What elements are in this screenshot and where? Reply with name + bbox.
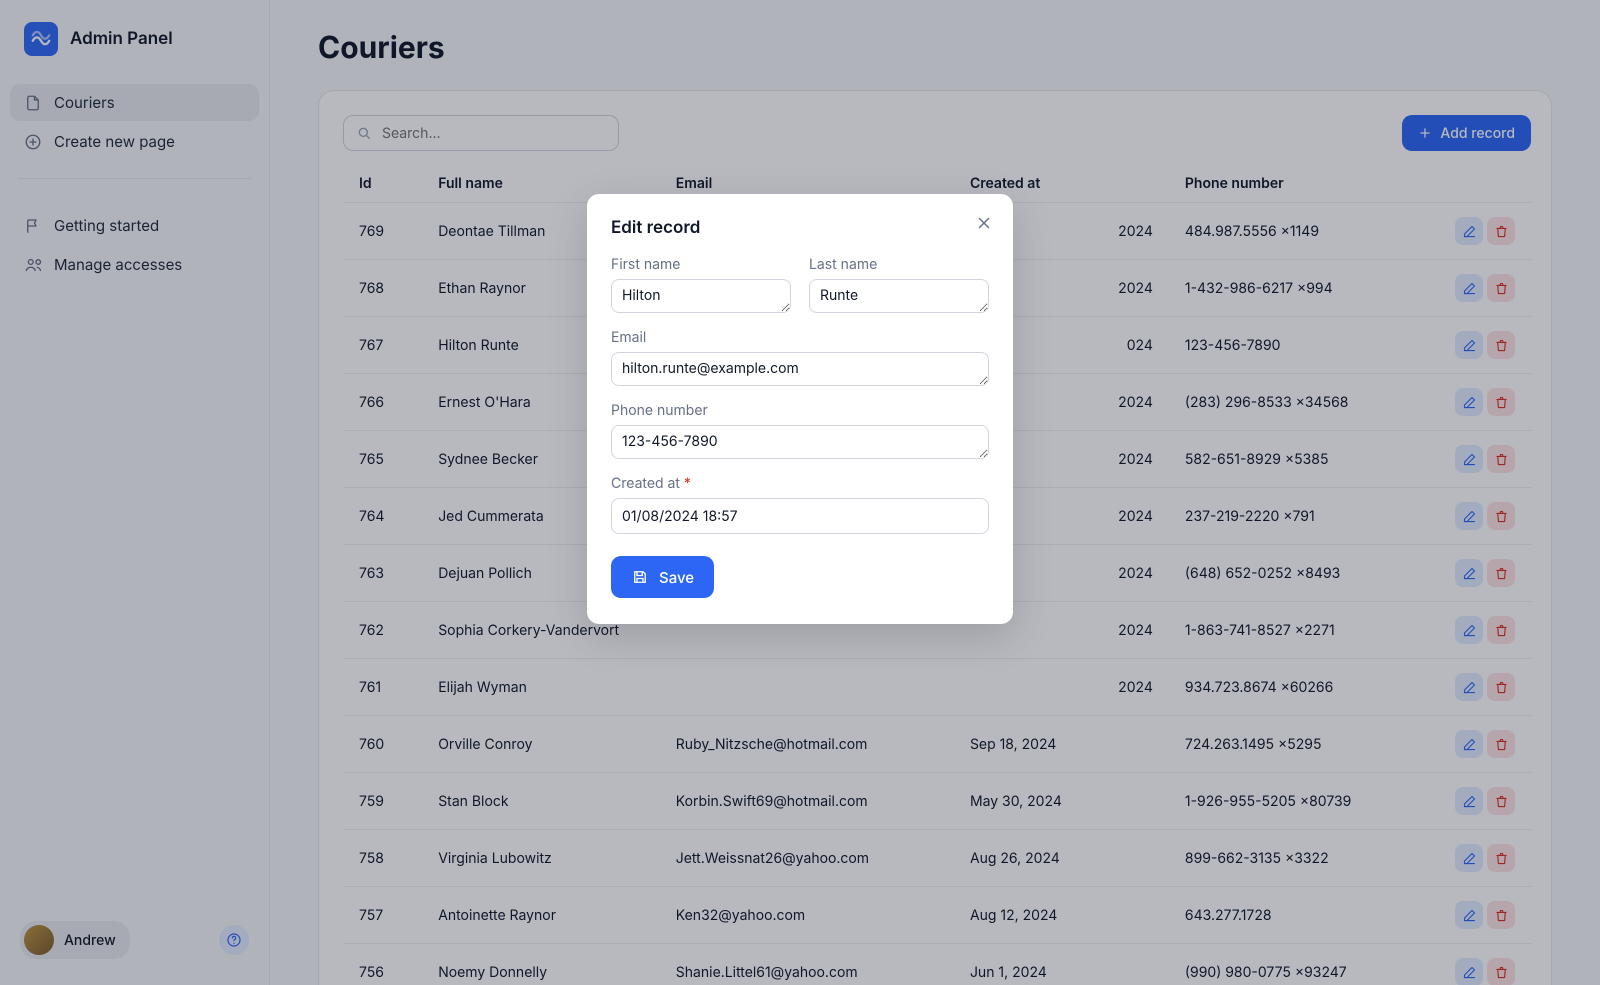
phone-input[interactable]: 123-456-7890 bbox=[611, 425, 989, 459]
close-icon bbox=[975, 214, 993, 232]
edit-record-modal: Edit record First name Hilton Last name … bbox=[587, 194, 1013, 624]
modal-title: Edit record bbox=[611, 218, 989, 238]
field-email: Email hilton.runte@example.com bbox=[611, 329, 989, 386]
last-name-label: Last name bbox=[809, 256, 989, 273]
last-name-input[interactable]: Runte bbox=[809, 279, 989, 313]
created-at-label: Created at * bbox=[611, 475, 989, 492]
created-at-input[interactable] bbox=[611, 498, 989, 534]
field-phone: Phone number 123-456-7890 bbox=[611, 402, 989, 459]
email-input[interactable]: hilton.runte@example.com bbox=[611, 352, 989, 386]
app-root: Admin Panel Couriers Create new page bbox=[0, 0, 1600, 985]
modal-overlay[interactable]: Edit record First name Hilton Last name … bbox=[0, 0, 1600, 985]
modal-close-button[interactable] bbox=[975, 214, 993, 232]
first-name-input[interactable]: Hilton bbox=[611, 279, 791, 313]
save-button[interactable]: Save bbox=[611, 556, 714, 598]
save-icon bbox=[631, 568, 649, 586]
first-name-label: First name bbox=[611, 256, 791, 273]
field-created-at: Created at * bbox=[611, 475, 989, 534]
email-label: Email bbox=[611, 329, 989, 346]
phone-label: Phone number bbox=[611, 402, 989, 419]
field-first-name: First name Hilton bbox=[611, 256, 791, 313]
field-last-name: Last name Runte bbox=[809, 256, 989, 313]
required-asterisk: * bbox=[684, 475, 691, 492]
save-button-label: Save bbox=[659, 568, 694, 587]
